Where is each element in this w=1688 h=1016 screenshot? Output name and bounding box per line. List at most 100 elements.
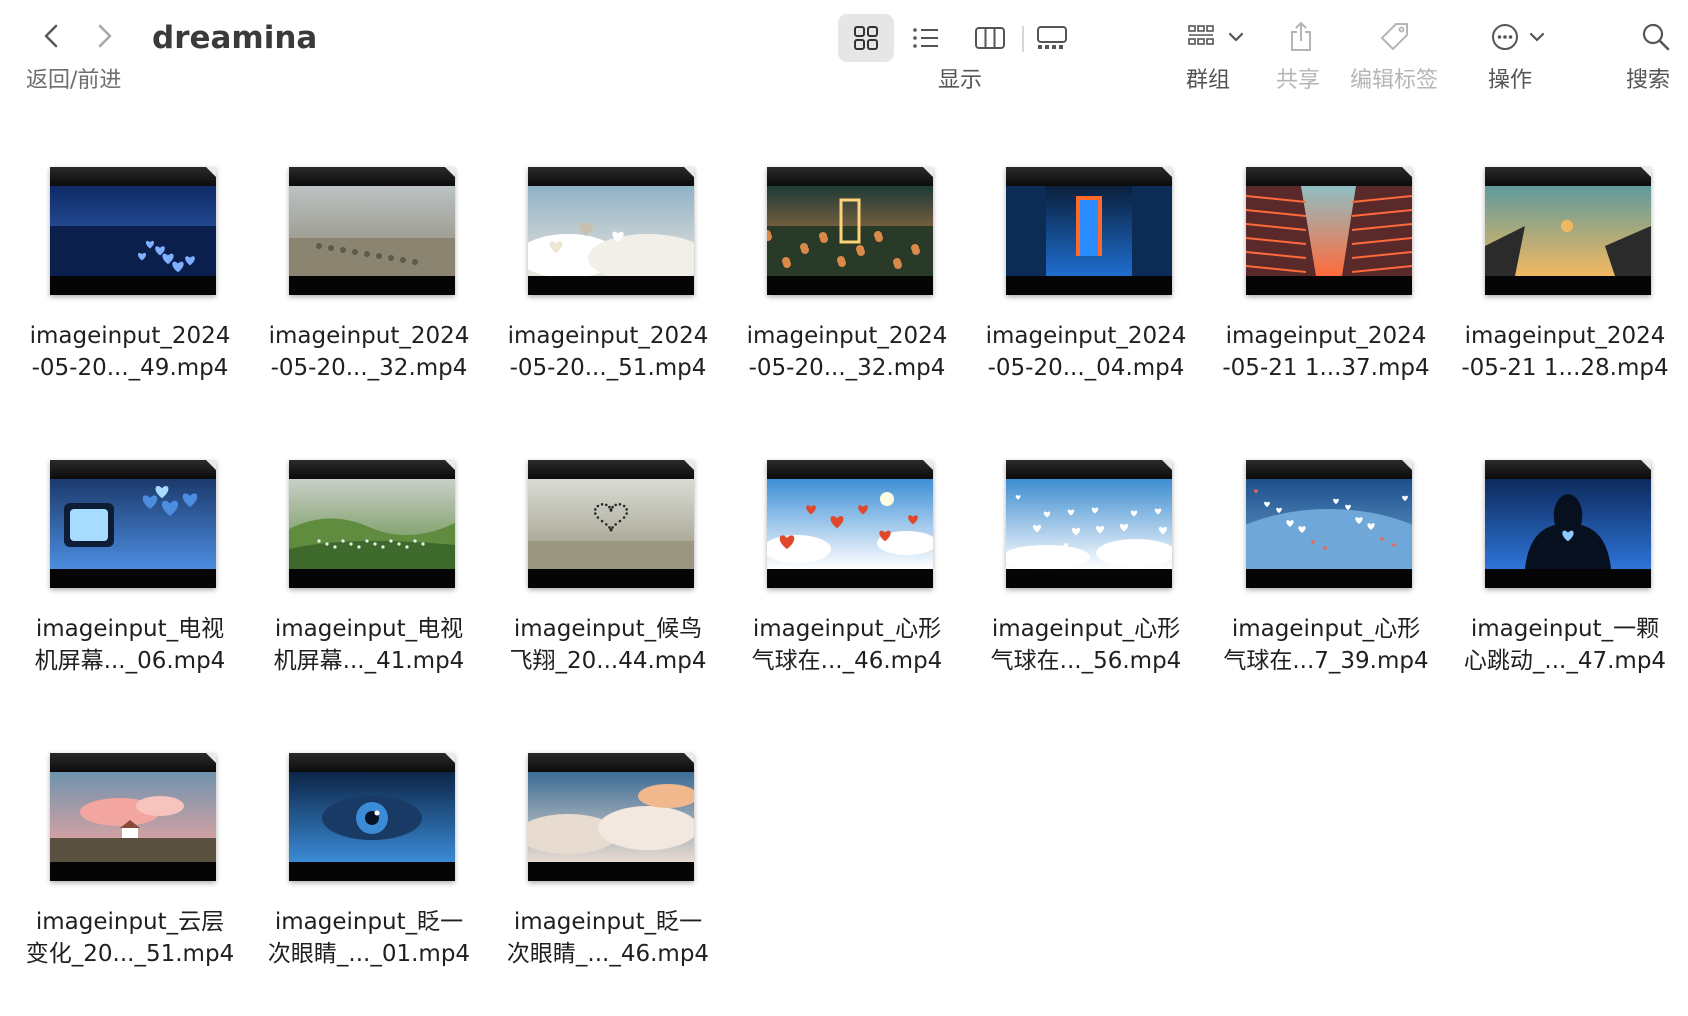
file-item[interactable]: imageinput_2024 -05-21 1...37.mp4: [1211, 150, 1441, 420]
file-name[interactable]: imageinput_候鸟 飞翔_20...44.mp4: [493, 613, 723, 677]
column-view-button[interactable]: [962, 14, 1018, 62]
file-name[interactable]: imageinput_心形 气球在...7_39.mp4: [1211, 613, 1441, 677]
file-name-line: imageinput_2024: [1225, 323, 1427, 349]
file-name[interactable]: imageinput_2024 -05-21 1...37.mp4: [1211, 320, 1441, 384]
tag-icon: [1381, 23, 1408, 50]
file-name[interactable]: imageinput_2024 -05-21 1...28.mp4: [1450, 320, 1680, 384]
action-button[interactable]: 操作: [1478, 10, 1558, 110]
file-name-line: 机屏幕..._06.mp4: [34, 648, 226, 674]
video-frame-image: [1246, 186, 1412, 276]
file-item[interactable]: imageinput_2024 -05-20..._04.mp4: [971, 150, 1201, 420]
file-item[interactable]: imageinput_心形 气球在...7_39.mp4: [1211, 443, 1441, 713]
file-name[interactable]: imageinput_2024 -05-20..._32.mp4: [732, 320, 962, 384]
list-view-button[interactable]: [898, 14, 954, 62]
edit-tags-button[interactable]: 编辑标签: [1350, 10, 1450, 110]
forward-button[interactable]: [86, 18, 122, 54]
file-name[interactable]: imageinput_一颗 心跳动_..._47.mp4: [1450, 613, 1680, 677]
file-name-line: -05-20..._04.mp4: [987, 355, 1185, 381]
file-name[interactable]: imageinput_电视 机屏幕..._06.mp4: [15, 613, 245, 677]
file-name-line: 气球在..._46.mp4: [751, 648, 943, 674]
video-frame-image: [528, 479, 694, 569]
video-thumbnail[interactable]: [289, 167, 455, 295]
file-name[interactable]: imageinput_电视 机屏幕..._41.mp4: [254, 613, 484, 677]
window-title: dreamina: [152, 20, 318, 56]
video-thumbnail[interactable]: [1246, 460, 1412, 588]
file-item[interactable]: imageinput_眨一 次眼睛_..._46.mp4: [493, 736, 723, 1006]
video-thumbnail[interactable]: [50, 460, 216, 588]
video-frame-image: [289, 772, 455, 862]
video-thumbnail[interactable]: [1485, 460, 1651, 588]
file-name-line: imageinput_电视: [274, 616, 464, 642]
file-item[interactable]: imageinput_2024 -05-20..._32.mp4: [254, 150, 484, 420]
chevron-right-icon: [98, 24, 112, 48]
ellipsis-circle-icon: [1492, 24, 1518, 50]
video-frame-image: [1246, 479, 1412, 569]
icon-view-button[interactable]: [838, 14, 894, 62]
video-thumbnail[interactable]: [528, 167, 694, 295]
share-button[interactable]: 共享: [1276, 10, 1336, 110]
file-name-line: 次眼睛_..._01.mp4: [267, 941, 471, 967]
file-item[interactable]: imageinput_云层 变化_20..._51.mp4: [15, 736, 245, 1006]
file-item[interactable]: imageinput_2024 -05-20..._32.mp4: [732, 150, 962, 420]
file-name-line: 心跳动_..._47.mp4: [1463, 648, 1667, 674]
video-frame-image: [528, 186, 694, 276]
file-name[interactable]: imageinput_眨一 次眼睛_..._01.mp4: [254, 906, 484, 970]
back-button[interactable]: [34, 18, 70, 54]
search-icon-wrap: [1638, 12, 1674, 62]
action-icon-wrap: [1478, 12, 1558, 62]
video-thumbnail[interactable]: [50, 753, 216, 881]
video-thumbnail[interactable]: [289, 753, 455, 881]
video-thumbnail[interactable]: [767, 167, 933, 295]
file-item[interactable]: imageinput_电视 机屏幕..._41.mp4: [254, 443, 484, 713]
file-item[interactable]: imageinput_2024 -05-21 1...28.mp4: [1450, 150, 1680, 420]
file-item[interactable]: imageinput_2024 -05-20..._49.mp4: [15, 150, 245, 420]
file-name[interactable]: imageinput_2024 -05-20..._51.mp4: [493, 320, 723, 384]
file-item[interactable]: imageinput_眨一 次眼睛_..._01.mp4: [254, 736, 484, 1006]
file-item[interactable]: imageinput_2024 -05-20..._51.mp4: [493, 150, 723, 420]
video-thumbnail[interactable]: [528, 753, 694, 881]
file-name-line: 气球在..._56.mp4: [990, 648, 1182, 674]
video-thumbnail[interactable]: [767, 460, 933, 588]
nav-label: 返回/前进: [26, 68, 122, 93]
file-name-line: imageinput_云层: [35, 909, 225, 935]
video-thumbnail[interactable]: [1006, 167, 1172, 295]
file-name[interactable]: imageinput_心形 气球在..._46.mp4: [732, 613, 962, 677]
thumbnail-top-strip: [1485, 167, 1651, 186]
list-icon: [913, 28, 938, 48]
video-thumbnail[interactable]: [1006, 460, 1172, 588]
file-item[interactable]: imageinput_一颗 心跳动_..._47.mp4: [1450, 443, 1680, 713]
file-item[interactable]: imageinput_心形 气球在..._56.mp4: [971, 443, 1201, 713]
search-button[interactable]: 搜索: [1626, 10, 1680, 110]
file-name[interactable]: imageinput_2024 -05-20..._32.mp4: [254, 320, 484, 384]
file-name[interactable]: imageinput_心形 气球在..._56.mp4: [971, 613, 1201, 677]
file-name-line: imageinput_2024: [1464, 323, 1666, 349]
file-name-line: imageinput_心形: [991, 616, 1181, 642]
group-button[interactable]: 群组: [1176, 10, 1256, 110]
video-thumbnail[interactable]: [289, 460, 455, 588]
file-name[interactable]: imageinput_云层 变化_20..._51.mp4: [15, 906, 245, 970]
file-name-line: -05-20..._49.mp4: [31, 355, 229, 381]
file-name[interactable]: imageinput_眨一 次眼睛_..._46.mp4: [493, 906, 723, 970]
video-frame-image: [1485, 186, 1651, 276]
gallery-view-button[interactable]: [1024, 14, 1080, 62]
video-frame-image: [289, 186, 455, 276]
file-name[interactable]: imageinput_2024 -05-20..._04.mp4: [971, 320, 1201, 384]
file-name-line: imageinput_2024: [268, 323, 470, 349]
video-frame-image: [1485, 479, 1651, 569]
grid-icon: [854, 26, 878, 50]
video-thumbnail[interactable]: [1246, 167, 1412, 295]
video-thumbnail[interactable]: [50, 167, 216, 295]
tag-icon-wrap: [1370, 12, 1420, 62]
gallery-icon: [1037, 26, 1067, 49]
file-item[interactable]: imageinput_候鸟 飞翔_20...44.mp4: [493, 443, 723, 713]
file-name-line: 机屏幕..._41.mp4: [273, 648, 465, 674]
thumbnail-top-strip: [528, 460, 694, 479]
video-thumbnail[interactable]: [528, 460, 694, 588]
video-thumbnail[interactable]: [1485, 167, 1651, 295]
share-icon: [1291, 21, 1311, 51]
file-name[interactable]: imageinput_2024 -05-20..._49.mp4: [15, 320, 245, 384]
file-item[interactable]: imageinput_心形 气球在..._46.mp4: [732, 443, 962, 713]
file-item[interactable]: imageinput_电视 机屏幕..._06.mp4: [15, 443, 245, 713]
video-frame-image: [1006, 479, 1172, 569]
thumbnail-top-strip: [50, 167, 216, 186]
